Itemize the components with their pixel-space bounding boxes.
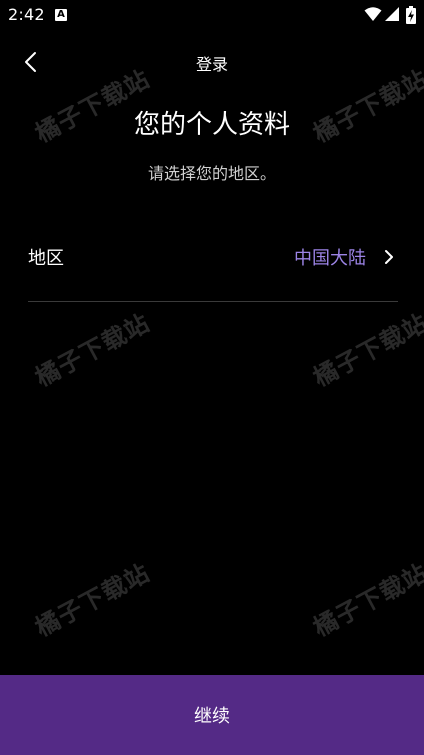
continue-button[interactable]: 继续 bbox=[0, 675, 424, 755]
screen: 2:42 A 登录 橘子下载站 橘子下载站 橘子下载站 橘子下载站 橘子下载站 … bbox=[0, 0, 424, 755]
page-title: 您的个人资料 bbox=[133, 110, 290, 140]
signal-icon bbox=[385, 7, 399, 21]
header-title: 登录 bbox=[195, 55, 228, 74]
divider bbox=[28, 301, 398, 302]
watermark: 橘子下载站 bbox=[308, 558, 424, 643]
status-time: 2:42 bbox=[8, 5, 45, 24]
region-selector-row[interactable]: 地区 中国大陆 bbox=[28, 232, 398, 282]
status-bar: 2:42 A bbox=[0, 0, 424, 30]
app-header: 登录 bbox=[0, 40, 424, 84]
app-notification-icon: A bbox=[55, 9, 67, 21]
app-notification-letter: A bbox=[57, 9, 65, 20]
chevron-right-icon bbox=[385, 250, 393, 264]
wifi-icon bbox=[364, 7, 382, 21]
region-label: 地区 bbox=[28, 248, 64, 269]
watermark: 橘子下载站 bbox=[30, 558, 155, 643]
watermark: 橘子下载站 bbox=[30, 308, 155, 393]
page-subtitle: 请选择您的地区。 bbox=[147, 164, 276, 183]
battery-icon bbox=[406, 6, 416, 24]
region-value: 中国大陆 bbox=[294, 248, 366, 269]
watermark: 橘子下载站 bbox=[308, 308, 424, 393]
